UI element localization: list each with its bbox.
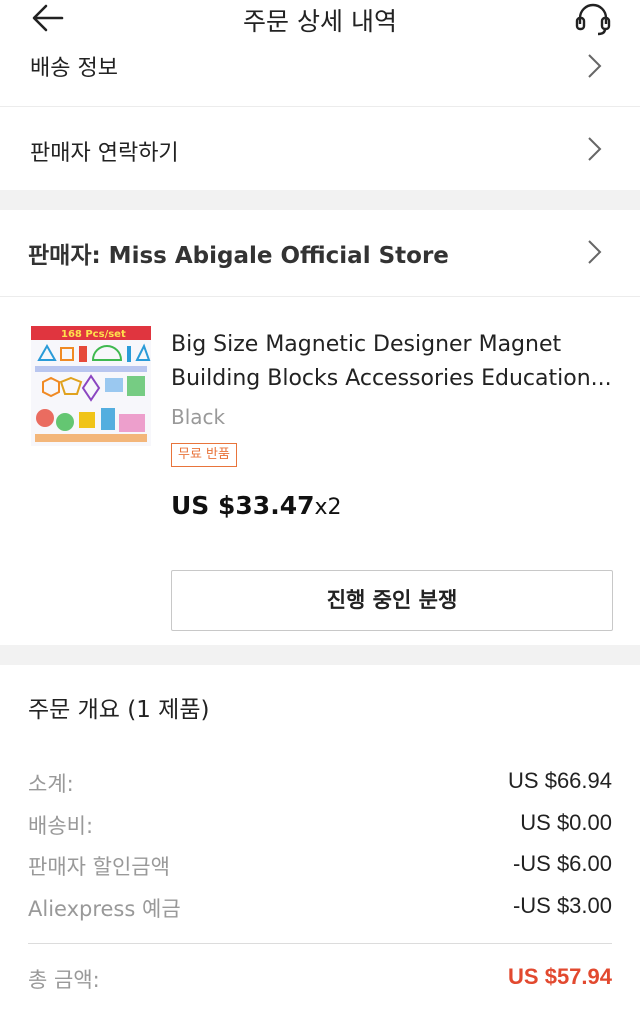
- price-value: US $33.47: [171, 491, 315, 520]
- quantity: x2: [314, 495, 342, 520]
- summary-value: US $0.00: [520, 810, 612, 835]
- summary-label: 소계:: [28, 772, 74, 796]
- chevron-right-icon: [588, 137, 602, 161]
- top-bar: 주문 상세 내역: [0, 0, 640, 42]
- chevron-right-icon: [588, 54, 602, 78]
- summary-value: -US $3.00: [512, 893, 612, 918]
- headset-icon[interactable]: [574, 2, 612, 36]
- summary-label: 판매자 할인금액: [28, 855, 170, 879]
- summary-row-subtotal: 소계: US $66.94: [28, 768, 612, 798]
- summary-row-total: 총 금액: US $57.94: [28, 964, 612, 994]
- product-title[interactable]: Big Size Magnetic Designer Magnet Buildi…: [171, 328, 615, 396]
- store-name: 판매자: Miss Abigale Official Store: [28, 243, 449, 269]
- order-summary-title: 주문 개요 (1 제품): [28, 697, 210, 723]
- product-price: US $33.47x2: [171, 491, 342, 520]
- summary-label: Aliexpress 예금: [28, 897, 181, 921]
- total-value: US $57.94: [508, 964, 612, 989]
- total-label: 총 금액:: [28, 968, 100, 992]
- thumbnail-banner-text: 168 Pcs/set: [61, 329, 126, 340]
- store-row[interactable]: 판매자: Miss Abigale Official Store: [0, 210, 640, 296]
- summary-row-aliexpress-credit: Aliexpress 예금 -US $3.00: [28, 893, 612, 923]
- summary-row-seller-discount: 판매자 할인금액 -US $6.00: [28, 851, 612, 881]
- section-gap: [0, 645, 640, 665]
- summary-divider: [28, 943, 612, 944]
- summary-value: US $66.94: [508, 768, 612, 793]
- divider: [0, 296, 640, 297]
- chevron-right-icon: [588, 240, 602, 264]
- free-return-badge: 무료 반품: [171, 443, 237, 467]
- shipping-info-row[interactable]: 배송 정보: [0, 42, 640, 106]
- section-gap: [0, 190, 640, 210]
- page-title: 주문 상세 내역: [243, 7, 397, 36]
- shipping-info-label: 배송 정보: [30, 56, 118, 81]
- summary-label: 배송비:: [28, 814, 94, 838]
- contact-seller-row[interactable]: 판매자 연락하기: [0, 107, 640, 190]
- product-variant: Black: [171, 405, 226, 429]
- dispute-in-progress-button[interactable]: 진행 중인 분쟁: [171, 570, 613, 631]
- product-thumbnail[interactable]: 168 Pcs/set: [31, 326, 151, 446]
- summary-value: -US $6.00: [512, 851, 612, 876]
- summary-row-shipping: 배송비: US $0.00: [28, 810, 612, 840]
- contact-seller-label: 판매자 연락하기: [30, 141, 179, 166]
